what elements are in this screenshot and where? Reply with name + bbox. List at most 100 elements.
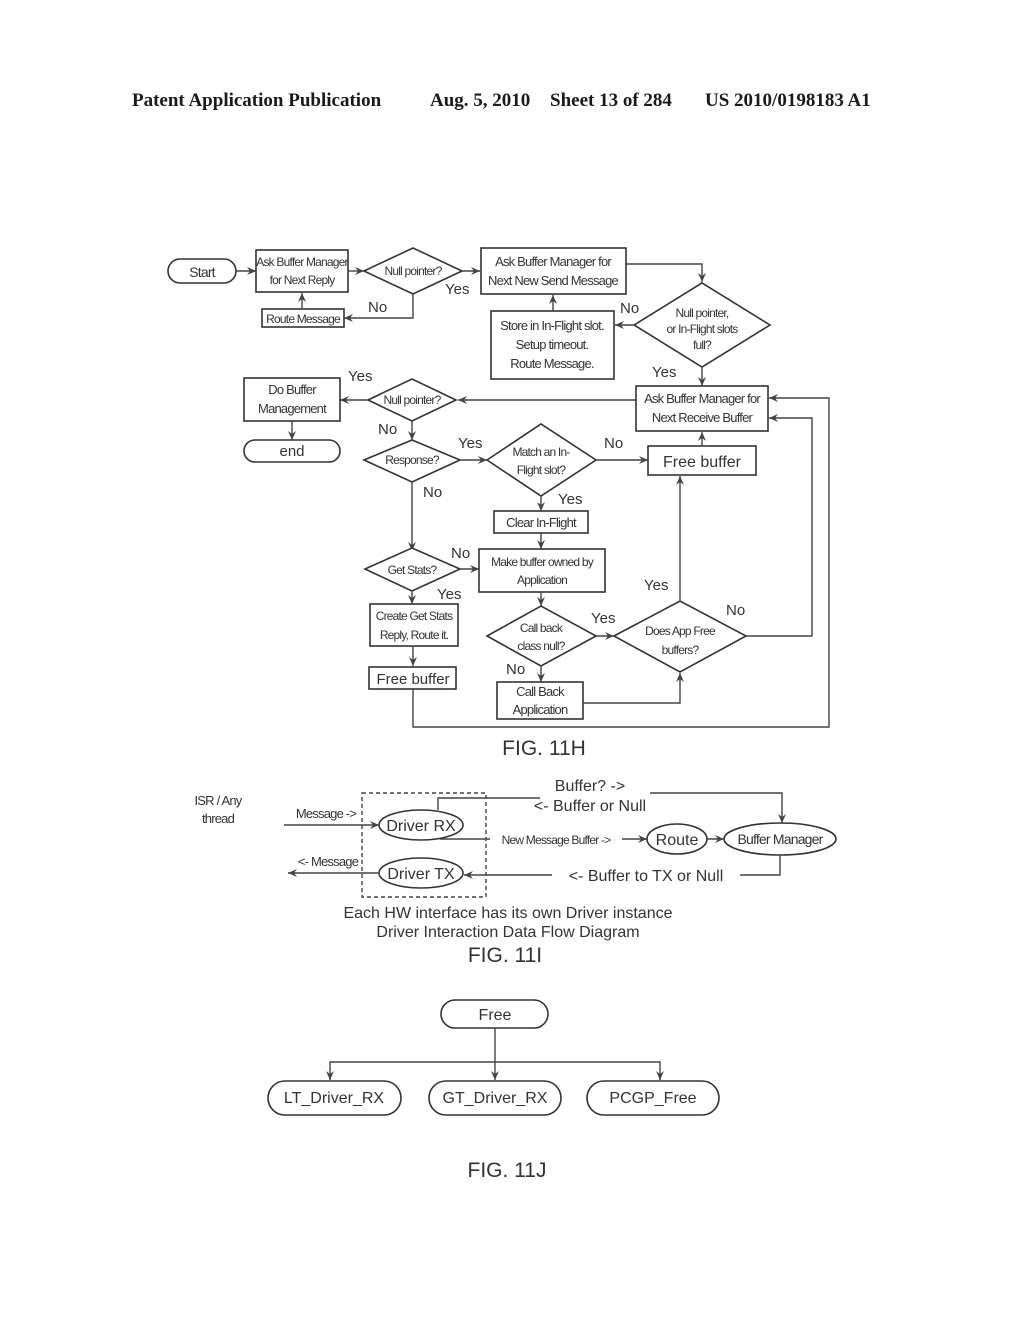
no-label: No	[506, 661, 525, 678]
clear-inflight-box: Clear In-Flight	[493, 510, 589, 534]
no-label: No	[368, 299, 387, 316]
get-stats-decision: Get Stats?	[363, 547, 462, 592]
yes-label: Yes	[644, 577, 668, 594]
decision-text: Call back	[520, 621, 564, 635]
buffer-manager-node: Buffer Manager	[723, 822, 837, 856]
decision-text: Null pointer?	[384, 393, 442, 407]
yes-label: Yes	[348, 368, 372, 385]
box-text: Free buffer	[376, 671, 449, 688]
box-text: Management	[258, 401, 327, 416]
node-text: Driver RX	[386, 818, 456, 835]
node-text: Route	[656, 832, 699, 849]
callback-null-decision: Call back class null?	[485, 605, 598, 667]
child-node-gt-driver-rx: GT_Driver_RX	[428, 1080, 562, 1116]
box-text: Application	[517, 573, 567, 587]
free-root-node: Free	[440, 999, 549, 1029]
decision-text: Response?	[385, 453, 440, 467]
yes-label: Yes	[445, 281, 469, 298]
box-text: Reply, Route it.	[380, 628, 449, 642]
do-buffer-management-box: Do Buffer Management	[243, 377, 341, 422]
free-buffer-box-top: Free buffer	[647, 445, 757, 476]
box-text: Do Buffer	[268, 382, 317, 397]
decision-text: buffers?	[662, 643, 700, 657]
box-text: for Next Reply	[270, 273, 336, 287]
null-or-full-decision: Null pointer, or In-Flight slots full?	[632, 282, 772, 368]
box-text: Free buffer	[663, 454, 742, 471]
figure-caption-11i: FIG. 11I	[468, 944, 542, 967]
box-text: Ask Buffer Manager for	[495, 254, 612, 269]
fig-11h: Start Ask Buffer Manager for Next Reply …	[167, 247, 830, 760]
route-node: Route	[646, 823, 708, 855]
line	[437, 797, 540, 810]
no-label: No	[378, 421, 397, 438]
node-text: GT_Driver_RX	[443, 1090, 548, 1107]
box-text: Store in In-Flight slot.	[500, 318, 604, 333]
decision-text: Null pointer?	[385, 264, 443, 278]
response-decision: Response?	[362, 439, 462, 483]
box-text: Route Message.	[510, 356, 594, 371]
no-label: No	[726, 602, 745, 619]
route-message-box: Route Message	[261, 308, 345, 328]
yes-label: Yes	[591, 610, 615, 627]
arrow	[626, 263, 706, 282]
new-message-buffer-label: New Message Buffer ->	[502, 833, 611, 847]
yes-label: Yes	[458, 435, 482, 452]
decision-text: class null?	[517, 639, 565, 653]
child-node-lt-driver-rx: LT_Driver_RX	[267, 1080, 402, 1116]
make-buffer-owned-box: Make buffer owned by Application	[478, 548, 606, 593]
figure-caption-11j: FIG. 11J	[468, 1159, 547, 1182]
node-text: Driver TX	[387, 866, 455, 883]
fig-11i: ISR / Any thread Message -> Driver RX Dr…	[195, 778, 837, 967]
decision-text: Flight slot?	[517, 463, 567, 477]
buffer-request-label: Buffer? ->	[555, 778, 625, 795]
box-text: Clear In-Flight	[506, 515, 577, 530]
message-in-label: Message ->	[296, 806, 356, 821]
driver-tx-node: Driver TX	[378, 857, 464, 889]
child-node-pcgp-free: PCGP_Free	[586, 1080, 720, 1116]
ask-send-box: Ask Buffer Manager for Next New Send Mes…	[480, 247, 627, 295]
box-text: Create Get Stats	[376, 609, 453, 623]
fig-11j: Free LT_Driver_RX GT_Driver_RX PCGP_Free…	[267, 999, 720, 1182]
buffer-or-null-label: <- Buffer or Null	[534, 798, 646, 815]
box-text: Ask Buffer Manager	[256, 255, 348, 269]
box-text: Next New Send Message	[488, 273, 618, 288]
no-label: No	[451, 545, 470, 562]
box-text: Setup timeout.	[516, 337, 589, 352]
call-back-application-box: Call Back Application	[496, 681, 584, 720]
arrow	[650, 792, 786, 823]
null-pointer-decision-2: Null pointer?	[366, 378, 458, 422]
decision-text: Does App Free	[645, 624, 716, 638]
figure-caption-11h: FIG. 11H	[502, 737, 586, 760]
end-terminal: end	[243, 439, 341, 463]
yes-label: Yes	[558, 491, 582, 508]
store-inflight-box: Store in In-Flight slot. Setup timeout. …	[490, 310, 615, 380]
box-text: Make buffer owned by	[491, 555, 594, 569]
box-text: Ask Buffer Manager for	[644, 391, 761, 406]
decision-text: full?	[693, 338, 712, 352]
message-out-label: <- Message	[298, 854, 359, 869]
buffer-to-tx-label: <- Buffer to TX or Null	[569, 868, 724, 885]
node-text: Buffer Manager	[737, 831, 823, 847]
isr-label: ISR / Any	[195, 793, 243, 808]
no-label: No	[423, 484, 442, 501]
free-buffer-box-bottom: Free buffer	[368, 666, 457, 690]
note-diagram-title: Driver Interaction Data Flow Diagram	[376, 924, 639, 941]
driver-rx-node: Driver RX	[378, 809, 464, 841]
ask-receive-box: Ask Buffer Manager for Next Receive Buff…	[635, 385, 769, 432]
node-text: Free	[479, 1007, 512, 1024]
decision-text: Null pointer,	[676, 306, 729, 320]
note-driver-instance: Each HW interface has its own Driver ins…	[343, 905, 672, 922]
yes-label: Yes	[437, 586, 461, 603]
no-label: No	[620, 300, 639, 317]
patent-figures: Start Ask Buffer Manager for Next Reply …	[167, 247, 837, 1182]
yes-label: Yes	[652, 364, 676, 381]
no-label: No	[604, 435, 623, 452]
start-terminal: Start	[167, 258, 237, 284]
node-text: PCGP_Free	[609, 1090, 696, 1107]
decision-text: or In-Flight slots	[667, 322, 739, 336]
box-text: Call Back	[516, 684, 565, 699]
isr-label: thread	[202, 811, 235, 826]
node-text: LT_Driver_RX	[284, 1090, 385, 1107]
box-text: Next Receive Buffer	[652, 410, 754, 425]
end-label: end	[279, 443, 304, 460]
